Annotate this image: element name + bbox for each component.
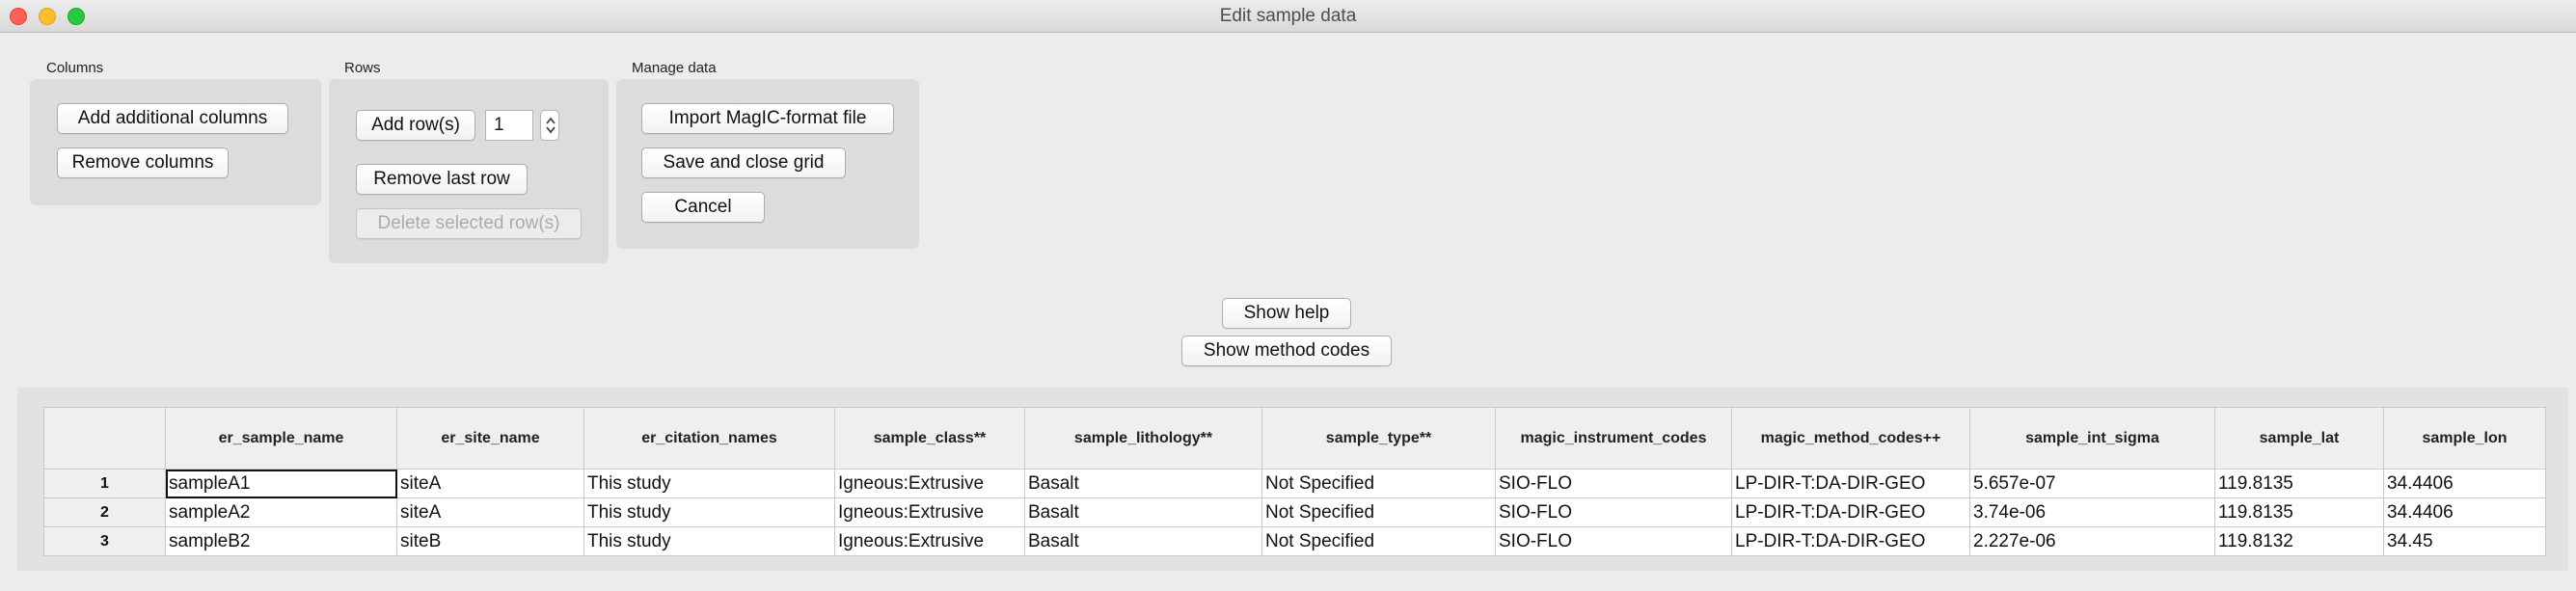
- grid-cell[interactable]: sampleA2: [165, 497, 397, 527]
- row-count-input[interactable]: 1: [485, 110, 533, 141]
- column-header[interactable]: er_site_name: [396, 407, 584, 470]
- row-label[interactable]: 2: [43, 497, 166, 527]
- column-header[interactable]: sample_type**: [1261, 407, 1496, 470]
- grid-cell[interactable]: Basalt: [1024, 497, 1262, 527]
- corner-cell[interactable]: [43, 407, 166, 470]
- sample-data-grid: er_sample_name er_site_name er_citation_…: [43, 407, 2546, 556]
- grid-cell[interactable]: sampleA1: [165, 469, 397, 498]
- manage-data-group-label: Manage data: [632, 60, 717, 76]
- column-header[interactable]: magic_method_codes++: [1731, 407, 1970, 470]
- grid-cell[interactable]: Igneous:Extrusive: [834, 526, 1025, 556]
- rows-panel: Add row(s) 1 Remove last row Delete sele…: [329, 79, 609, 263]
- remove-last-row-button[interactable]: Remove last row: [356, 164, 528, 195]
- show-help-button[interactable]: Show help: [1222, 298, 1351, 329]
- table-row: 2 sampleA2 siteA This study Igneous:Extr…: [43, 497, 2546, 527]
- row-label[interactable]: 3: [43, 526, 166, 556]
- table-row: 1 sampleA1 siteA This study Igneous:Extr…: [43, 469, 2546, 498]
- show-method-codes-button[interactable]: Show method codes: [1181, 336, 1392, 366]
- grid-cell[interactable]: This study: [583, 526, 835, 556]
- add-columns-button[interactable]: Add additional columns: [57, 103, 288, 134]
- grid-cell[interactable]: Basalt: [1024, 526, 1262, 556]
- column-header[interactable]: sample_class**: [834, 407, 1025, 470]
- rows-group-label: Rows: [344, 60, 381, 76]
- column-header[interactable]: magic_instrument_codes: [1495, 407, 1732, 470]
- grid-cell[interactable]: This study: [583, 497, 835, 527]
- grid-header-row: er_sample_name er_site_name er_citation_…: [43, 407, 2546, 470]
- remove-columns-button[interactable]: Remove columns: [57, 148, 229, 178]
- column-header[interactable]: er_sample_name: [165, 407, 397, 470]
- row-label[interactable]: 1: [43, 469, 166, 498]
- grid-cell[interactable]: 119.8132: [2214, 526, 2384, 556]
- row-count-stepper[interactable]: [540, 110, 559, 141]
- column-header[interactable]: sample_lat: [2214, 407, 2384, 470]
- column-header[interactable]: sample_lon: [2383, 407, 2546, 470]
- column-header[interactable]: sample_int_sigma: [1969, 407, 2215, 470]
- grid-cell[interactable]: 5.657e-07: [1969, 469, 2215, 498]
- grid-cell[interactable]: 34.45: [2383, 526, 2546, 556]
- title-bar: Edit sample data: [0, 0, 2576, 33]
- grid-cell[interactable]: Not Specified: [1261, 469, 1496, 498]
- grid-cell[interactable]: sampleB2: [165, 526, 397, 556]
- stepper-arrows-icon: [546, 117, 556, 134]
- grid-cell[interactable]: SIO-FLO: [1495, 469, 1732, 498]
- columns-group-label: Columns: [46, 60, 104, 76]
- manage-data-panel: Import MagIC-format file Save and close …: [616, 79, 919, 249]
- grid-cell[interactable]: This study: [583, 469, 835, 498]
- column-header[interactable]: sample_lithology**: [1024, 407, 1262, 470]
- grid-cell[interactable]: 34.4406: [2383, 497, 2546, 527]
- import-magic-file-button[interactable]: Import MagIC-format file: [641, 103, 894, 134]
- grid-cell[interactable]: SIO-FLO: [1495, 526, 1732, 556]
- grid-cell[interactable]: siteB: [396, 526, 584, 556]
- grid-cell[interactable]: 119.8135: [2214, 497, 2384, 527]
- grid-cell[interactable]: 3.74e-06: [1969, 497, 2215, 527]
- cancel-button[interactable]: Cancel: [641, 192, 765, 223]
- grid-cell[interactable]: 2.227e-06: [1969, 526, 2215, 556]
- grid-cell[interactable]: siteA: [396, 469, 584, 498]
- grid-cell[interactable]: SIO-FLO: [1495, 497, 1732, 527]
- column-header[interactable]: er_citation_names: [583, 407, 835, 470]
- grid-cell[interactable]: LP-DIR-T:DA-DIR-GEO: [1731, 526, 1970, 556]
- add-rows-button[interactable]: Add row(s): [356, 110, 475, 141]
- window-title: Edit sample data: [1219, 6, 1357, 26]
- grid-cell[interactable]: LP-DIR-T:DA-DIR-GEO: [1731, 469, 1970, 498]
- save-and-close-button[interactable]: Save and close grid: [641, 148, 846, 178]
- grid-cell[interactable]: siteA: [396, 497, 584, 527]
- grid-cell[interactable]: Not Specified: [1261, 497, 1496, 527]
- delete-selected-rows-button[interactable]: Delete selected row(s): [356, 208, 582, 239]
- grid-cell[interactable]: Not Specified: [1261, 526, 1496, 556]
- grid-cell[interactable]: Igneous:Extrusive: [834, 497, 1025, 527]
- grid-cell[interactable]: LP-DIR-T:DA-DIR-GEO: [1731, 497, 1970, 527]
- table-row: 3 sampleB2 siteB This study Igneous:Extr…: [43, 526, 2546, 556]
- columns-panel: Add additional columns Remove columns: [30, 79, 321, 205]
- grid-cell[interactable]: 34.4406: [2383, 469, 2546, 498]
- grid-cell[interactable]: Igneous:Extrusive: [834, 469, 1025, 498]
- grid-cell[interactable]: 119.8135: [2214, 469, 2384, 498]
- grid-cell[interactable]: Basalt: [1024, 469, 1262, 498]
